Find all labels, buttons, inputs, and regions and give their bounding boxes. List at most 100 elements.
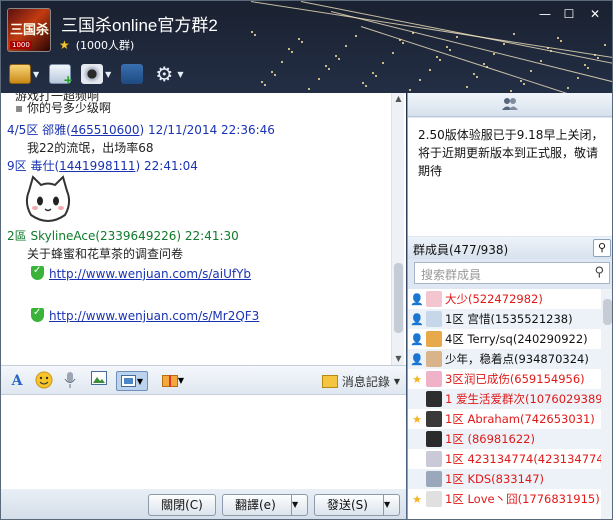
group-subtitle: ★ (1000人群) bbox=[59, 37, 134, 53]
close-window-button[interactable]: ✕ bbox=[582, 5, 608, 23]
city-light bbox=[436, 56, 438, 58]
member-count-label: (1000人群) bbox=[75, 39, 135, 52]
avatar[interactable] bbox=[426, 291, 442, 307]
user-id-link[interactable]: 465510600 bbox=[71, 123, 140, 137]
city-light bbox=[254, 34, 256, 36]
city-light bbox=[560, 40, 562, 42]
city-light bbox=[382, 62, 384, 64]
avatar[interactable] bbox=[426, 311, 442, 327]
member-row[interactable]: 1区 423134774(423134774) bbox=[408, 449, 612, 469]
scroll-down-icon[interactable]: ▼ bbox=[392, 353, 405, 365]
avatar[interactable] bbox=[426, 391, 442, 407]
emoji-icon[interactable] bbox=[34, 371, 54, 391]
city-light bbox=[264, 84, 266, 86]
star-icon: ★ bbox=[412, 372, 422, 386]
new-discussion-button[interactable] bbox=[49, 61, 73, 87]
member-name: 1 爱生活爱群次(1076029389) bbox=[445, 392, 608, 406]
city-light bbox=[520, 80, 522, 82]
survey-link[interactable]: http://www.wenjuan.com/s/aiUfYb bbox=[49, 267, 251, 281]
translate-button[interactable]: 翻譯(e) ▼ bbox=[222, 494, 308, 516]
member-row[interactable]: 1 爱生活爱群次(1076029389) bbox=[408, 389, 612, 409]
member-name: 少年，稳着点(934870324) bbox=[445, 352, 589, 366]
search-icon[interactable]: ⚲ bbox=[594, 265, 604, 280]
group-logo[interactable]: 三国杀 1000 bbox=[7, 8, 51, 52]
admin-icon: 👤 bbox=[410, 352, 424, 366]
chat-scrollbar[interactable]: ▲ ▼ bbox=[391, 93, 404, 365]
verified-shield-icon bbox=[31, 265, 44, 280]
city-light bbox=[301, 41, 303, 43]
member-row[interactable]: 👤 少年，稳着点(934870324) bbox=[408, 349, 612, 369]
video-button[interactable]: ▼ bbox=[81, 61, 111, 87]
chevron-down-icon: ▼ bbox=[177, 69, 184, 79]
avatar[interactable] bbox=[426, 491, 442, 507]
avatar[interactable] bbox=[426, 351, 442, 367]
settings-button[interactable]: ⚙ ▼ bbox=[153, 61, 183, 87]
scroll-thumb[interactable] bbox=[603, 299, 612, 325]
member-name: 1区 KDS(833147) bbox=[445, 472, 545, 486]
city-light bbox=[409, 89, 411, 91]
city-light bbox=[530, 70, 532, 72]
member-search-input[interactable]: 搜索群成員 ⚲ bbox=[414, 262, 610, 284]
member-row[interactable]: 👤 4区 Terry/sq(240290922) bbox=[408, 329, 612, 349]
city-light bbox=[355, 35, 357, 37]
member-scrollbar[interactable] bbox=[601, 289, 612, 519]
member-row[interactable]: 1区 (86981622) bbox=[408, 429, 612, 449]
verified-shield-icon bbox=[31, 307, 44, 322]
scroll-up-icon[interactable]: ▲ bbox=[392, 93, 405, 105]
image-icon[interactable] bbox=[89, 371, 109, 391]
city-light bbox=[318, 78, 320, 80]
member-row[interactable]: ★ 1区 Abraham(742653031) bbox=[408, 409, 612, 429]
search-icon[interactable]: ⚲ bbox=[593, 239, 611, 257]
city-light bbox=[325, 65, 327, 67]
gift-button[interactable]: ▼ bbox=[157, 371, 189, 391]
person-icon bbox=[121, 64, 144, 84]
chevron-down-icon[interactable]: ▼ bbox=[383, 495, 399, 515]
message-history-button[interactable]: 消息記錄 ▼ bbox=[321, 373, 400, 390]
avatar[interactable] bbox=[426, 471, 442, 487]
city-light bbox=[493, 53, 495, 55]
member-row[interactable]: 👤 大少(522472982) bbox=[408, 289, 612, 309]
group-profile-button[interactable] bbox=[121, 61, 144, 87]
avatar[interactable] bbox=[426, 411, 442, 427]
avatar[interactable] bbox=[426, 331, 442, 347]
close-button[interactable]: 關閉(C) bbox=[148, 494, 216, 516]
share-files-button[interactable]: ▼ bbox=[9, 61, 39, 87]
minimize-button[interactable]: — bbox=[534, 5, 556, 23]
chevron-down-icon[interactable]: ▼ bbox=[291, 495, 307, 515]
avatar[interactable] bbox=[426, 451, 442, 467]
city-light bbox=[412, 32, 414, 34]
city-light bbox=[419, 79, 421, 81]
screenshot-button[interactable]: ▼ bbox=[116, 371, 148, 391]
member-list[interactable]: 👤 大少(522472982) 👤 1区 宫惜(1535521238) 👤 4区 Terr… bbox=[408, 289, 612, 519]
group-members-icon[interactable] bbox=[501, 97, 519, 115]
city-light bbox=[365, 85, 367, 87]
member-name: 1区 (86981622) bbox=[445, 432, 535, 446]
avatar[interactable] bbox=[426, 431, 442, 447]
city-light bbox=[446, 46, 448, 48]
scroll-thumb[interactable] bbox=[394, 263, 403, 333]
member-row[interactable]: ★ 1区 Love丶囧(1776831915) bbox=[408, 489, 612, 509]
survey-link[interactable]: http://www.wenjuan.com/s/Mr2QF3 bbox=[49, 309, 259, 323]
member-row[interactable]: 1区 KDS(833147) bbox=[408, 469, 612, 489]
admin-icon: 👤 bbox=[410, 312, 424, 326]
avatar[interactable] bbox=[426, 371, 442, 387]
city-light bbox=[587, 67, 589, 69]
message-input[interactable] bbox=[1, 395, 406, 489]
member-row[interactable]: 👤 1区 宫惜(1535521238) bbox=[408, 309, 612, 329]
font-icon[interactable]: A bbox=[7, 371, 27, 391]
user-id-link[interactable]: 1441998111 bbox=[59, 159, 135, 173]
message-text: 关于蜂蜜和花草茶的调查问卷 bbox=[27, 247, 184, 261]
add-chat-icon bbox=[49, 64, 73, 87]
gear-icon: ⚙ bbox=[155, 62, 174, 86]
send-button[interactable]: 發送(S) ▼ bbox=[314, 494, 400, 516]
message-text: 我22的流氓，出场率68 bbox=[27, 141, 154, 155]
chevron-down-icon: ▼ bbox=[105, 69, 112, 79]
member-row[interactable]: ★ 3区润已成伤(659154956) bbox=[408, 369, 612, 389]
city-light bbox=[274, 74, 276, 76]
voice-icon[interactable] bbox=[60, 371, 80, 391]
city-light bbox=[597, 57, 599, 59]
member-name: 1区 宫惜(1535521238) bbox=[445, 312, 573, 326]
webcam-icon bbox=[81, 64, 104, 84]
chat-history[interactable]: 游戏打一超频响 ▪ 你的号多少级啊 4/5区 郤雅(465510600) 12/… bbox=[1, 93, 406, 365]
maximize-button[interactable]: ☐ bbox=[558, 5, 580, 23]
